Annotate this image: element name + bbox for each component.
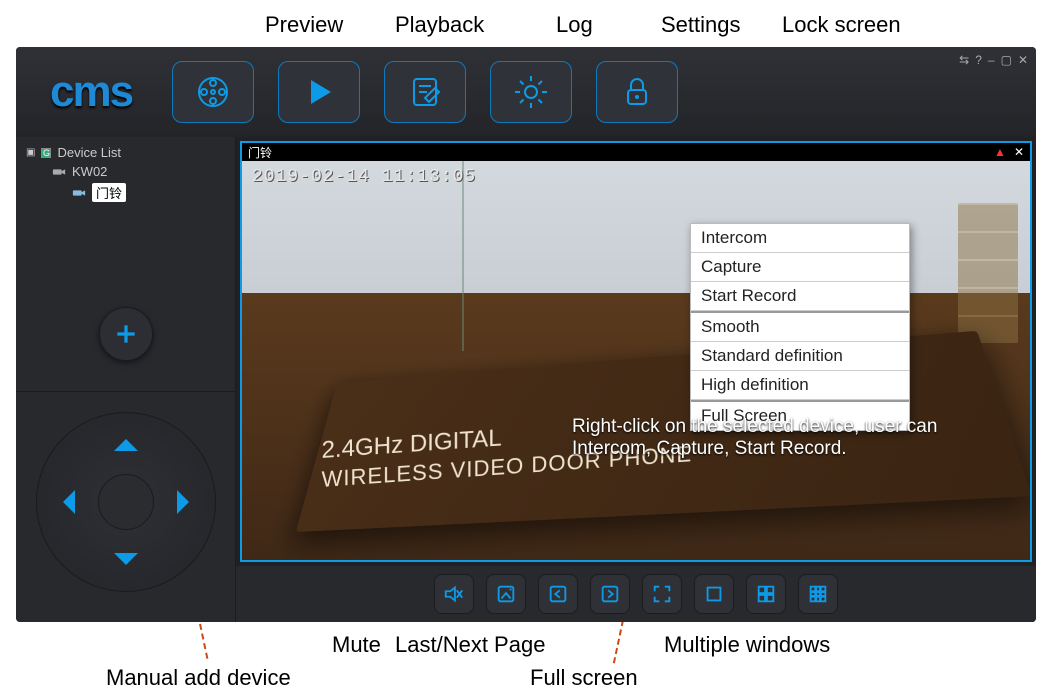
bottom-toolbar bbox=[236, 566, 1036, 622]
ptz-up[interactable] bbox=[114, 427, 138, 451]
snapshot-icon bbox=[495, 583, 517, 605]
ptz-down[interactable] bbox=[114, 553, 138, 577]
minimize-icon[interactable]: – bbox=[988, 53, 995, 67]
mute-button[interactable] bbox=[434, 574, 474, 614]
grid-9-icon bbox=[807, 583, 829, 605]
ext-label-pages: Last/Next Page bbox=[395, 632, 545, 658]
tree-root-label: Device List bbox=[57, 145, 121, 160]
speaker-mute-icon bbox=[443, 583, 465, 605]
ptz-right[interactable] bbox=[177, 490, 201, 514]
ptz-control bbox=[36, 412, 216, 592]
preview-button[interactable] bbox=[172, 61, 254, 123]
video-titlebar: 门铃 ▲ ✕ bbox=[242, 143, 1030, 161]
close-video-icon[interactable]: ✕ bbox=[1014, 145, 1024, 159]
annotation-line-fs bbox=[613, 620, 624, 663]
ctx-intercom[interactable]: Intercom bbox=[691, 224, 909, 253]
plus-icon bbox=[113, 321, 139, 347]
ptz-left[interactable] bbox=[51, 490, 75, 514]
fullscreen-icon bbox=[651, 583, 673, 605]
layout-3x3-button[interactable] bbox=[798, 574, 838, 614]
tree-grandchild[interactable]: 门铃 bbox=[26, 183, 225, 202]
ext-label-playback: Playback bbox=[395, 12, 484, 38]
camera-icon bbox=[72, 188, 86, 198]
next-page-button[interactable] bbox=[590, 574, 630, 614]
window-controls: ⇆ ? – ▢ ✕ bbox=[959, 53, 1028, 67]
ctx-start-record[interactable]: Start Record bbox=[691, 282, 909, 311]
log-button[interactable] bbox=[384, 61, 466, 123]
ext-label-settings: Settings bbox=[661, 12, 741, 38]
settings-button[interactable] bbox=[490, 61, 572, 123]
help-icon[interactable]: ? bbox=[975, 53, 982, 67]
grid-4-icon bbox=[755, 583, 777, 605]
ext-label-lock: Lock screen bbox=[782, 12, 901, 38]
close-window-icon[interactable]: ✕ bbox=[1018, 53, 1028, 67]
app-window: cms ⇆ ? – ▢ ✕ ▣ bbox=[16, 47, 1036, 622]
grid-1-icon bbox=[703, 583, 725, 605]
ext-label-preview: Preview bbox=[265, 12, 343, 38]
film-reel-icon bbox=[193, 72, 233, 112]
tree-child-label: KW02 bbox=[72, 164, 107, 179]
camera-icon bbox=[52, 167, 66, 177]
network-icon[interactable]: ⇆ bbox=[959, 53, 969, 67]
ctx-high-def[interactable]: High definition bbox=[691, 371, 909, 400]
ext-label-manual-add: Manual add device bbox=[106, 665, 291, 691]
main-area: 门铃 ▲ ✕ 2019-02-14 11:13:05 2.4GHz DIGITA… bbox=[236, 137, 1036, 622]
add-device-button[interactable] bbox=[99, 307, 153, 361]
video-title: 门铃 bbox=[248, 144, 272, 161]
app-body: ▣ G Device List KW02 门铃 bbox=[16, 137, 1036, 622]
panel-divider bbox=[16, 391, 235, 392]
instruction-caption: Right-click on the selected device, user… bbox=[572, 416, 1002, 460]
ctx-smooth[interactable]: Smooth bbox=[691, 311, 909, 342]
tree-root[interactable]: ▣ G Device List bbox=[26, 145, 225, 160]
lock-icon bbox=[617, 72, 657, 112]
layout-2x2-button[interactable] bbox=[746, 574, 786, 614]
scene-wall bbox=[462, 161, 464, 351]
note-edit-icon bbox=[405, 72, 445, 112]
app-logo: cms bbox=[50, 67, 132, 117]
play-icon bbox=[299, 72, 339, 112]
tree-root-icon: G bbox=[41, 148, 51, 158]
gear-icon bbox=[511, 72, 551, 112]
ctx-capture[interactable]: Capture bbox=[691, 253, 909, 282]
ext-label-multi: Multiple windows bbox=[664, 632, 830, 658]
layout-1x1-button[interactable] bbox=[694, 574, 734, 614]
left-panel: ▣ G Device List KW02 门铃 bbox=[16, 137, 236, 622]
video-cell[interactable]: 门铃 ▲ ✕ 2019-02-14 11:13:05 2.4GHz DIGITA… bbox=[240, 141, 1032, 562]
prev-page-button[interactable] bbox=[538, 574, 578, 614]
snapshot-button[interactable] bbox=[486, 574, 526, 614]
context-menu: Intercom Capture Start Record Smooth Sta… bbox=[690, 223, 910, 431]
maximize-icon[interactable]: ▢ bbox=[1001, 53, 1012, 67]
playback-button[interactable] bbox=[278, 61, 360, 123]
alarm-icon[interactable]: ▲ bbox=[994, 145, 1006, 159]
tree-child[interactable]: KW02 bbox=[26, 164, 225, 179]
ext-label-fullscreen: Full screen bbox=[530, 665, 638, 691]
app-header: cms ⇆ ? – ▢ ✕ bbox=[16, 47, 1036, 137]
device-tree: ▣ G Device List KW02 门铃 bbox=[16, 137, 235, 287]
fullscreen-button[interactable] bbox=[642, 574, 682, 614]
lock-screen-button[interactable] bbox=[596, 61, 678, 123]
osd-timestamp: 2019-02-14 11:13:05 bbox=[252, 167, 476, 187]
ptz-center[interactable] bbox=[98, 474, 154, 530]
scene-shelf bbox=[958, 203, 1018, 343]
tree-grandchild-label: 门铃 bbox=[92, 183, 126, 202]
page-prev-icon bbox=[547, 583, 569, 605]
ctx-standard-def[interactable]: Standard definition bbox=[691, 342, 909, 371]
page-next-icon bbox=[599, 583, 621, 605]
ext-label-log: Log bbox=[556, 12, 593, 38]
ext-label-mute: Mute bbox=[332, 632, 381, 658]
